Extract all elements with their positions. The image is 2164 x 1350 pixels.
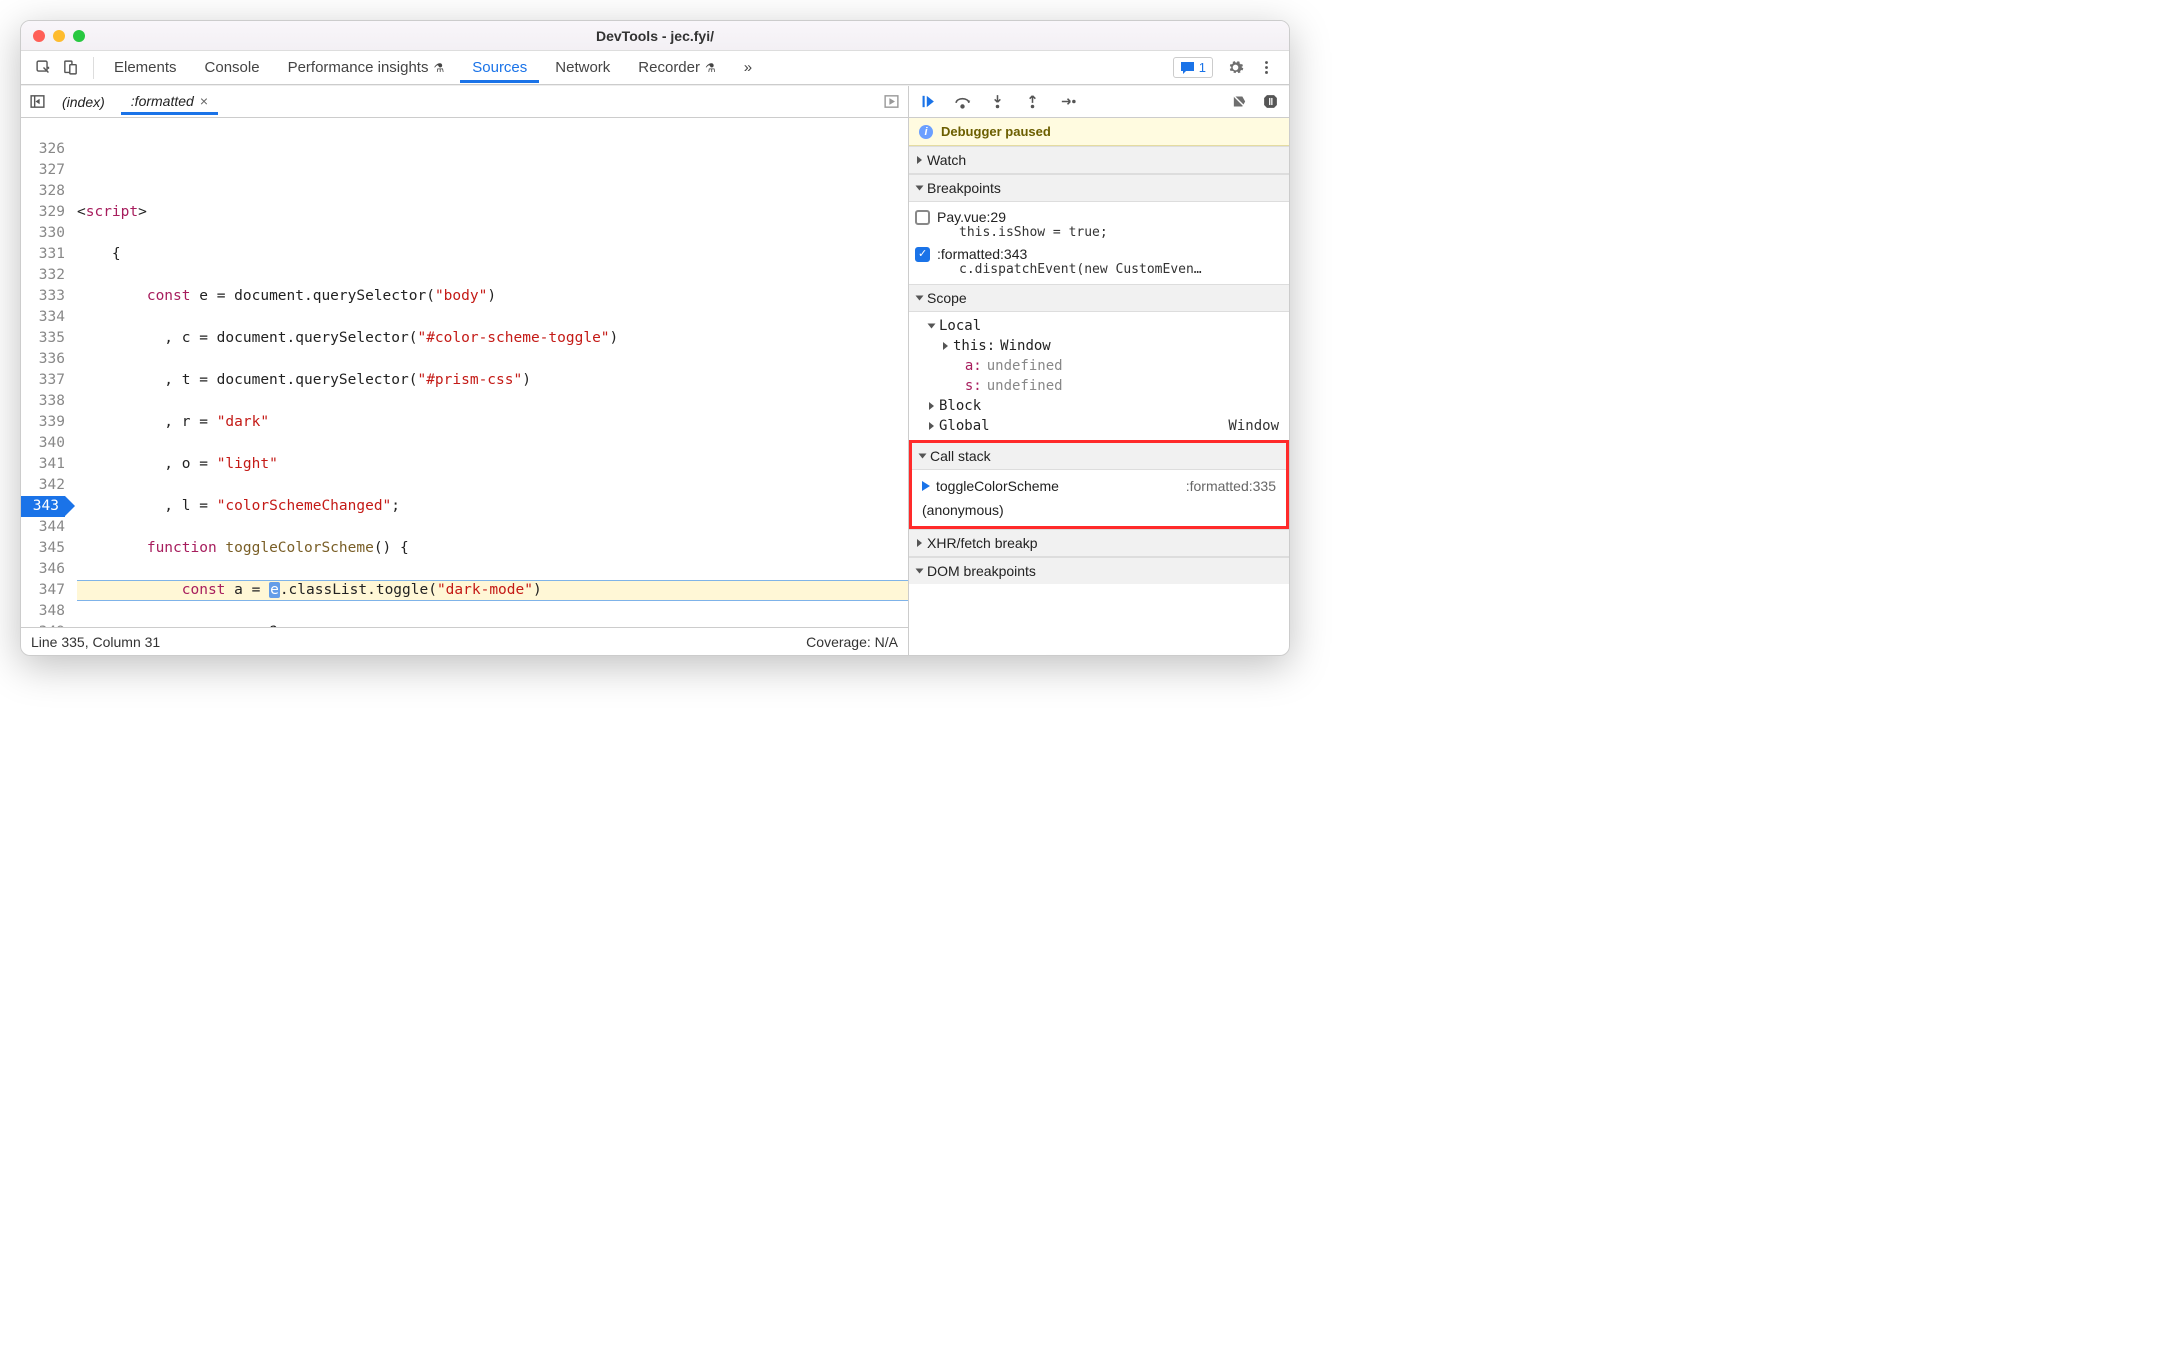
breakpoint-item[interactable]: Pay.vue:29 this.isShow = true; (909, 206, 1289, 243)
editor-status-bar: Line 335, Column 31 Coverage: N/A (21, 627, 908, 655)
breakpoint-checkbox[interactable] (915, 247, 930, 262)
flask-icon: ⚗ (705, 61, 716, 75)
breakpoint-marker[interactable]: 343 (21, 496, 65, 517)
callstack-section-header[interactable]: Call stack (912, 443, 1286, 470)
scope-global430[interactable]: GlobalWindow (909, 416, 1289, 436)
step-out-icon[interactable] (1024, 93, 1041, 110)
scope-local[interactable]: Local (909, 316, 1289, 336)
main-split: (index) :formatted× 32632732832933033133… (21, 85, 1289, 655)
debugger-pane: i Debugger paused Watch Breakpoints Pay.… (909, 86, 1289, 655)
scope-var-a[interactable]: a: undefined (909, 356, 1289, 376)
breakpoints-list: Pay.vue:29 this.isShow = true; :formatte… (909, 202, 1289, 284)
close-window-button[interactable] (33, 30, 45, 42)
titlebar: DevTools - jec.fyi/ (21, 21, 1289, 51)
editor-tab-index[interactable]: (index) (52, 89, 115, 115)
editor-tab-formatted[interactable]: :formatted× (121, 88, 218, 115)
issues-button[interactable]: 1 (1173, 57, 1213, 78)
navigator-toggle-icon[interactable] (29, 93, 46, 110)
scope-section-header[interactable]: Scope (909, 284, 1289, 312)
callstack-frame[interactable]: toggleColorScheme :formatted:335 (912, 474, 1286, 498)
scope-var-this[interactable]: this: Window (909, 336, 1289, 356)
breakpoints-section-header[interactable]: Breakpoints (909, 174, 1289, 202)
run-snippet-icon[interactable] (883, 93, 900, 110)
callstack-list: toggleColorScheme :formatted:335 (anonym… (912, 470, 1286, 526)
debugger-toolbar (909, 86, 1289, 118)
step-into-icon[interactable] (989, 93, 1006, 110)
step-over-icon[interactable] (954, 93, 971, 110)
zoom-window-button[interactable] (73, 30, 85, 42)
info-icon: i (919, 125, 933, 139)
close-tab-icon[interactable]: × (200, 93, 208, 109)
editor-pane: (index) :formatted× 32632732832933033133… (21, 86, 909, 655)
editor-tab-strip: (index) :formatted× (21, 86, 908, 118)
step-icon[interactable] (1059, 93, 1076, 110)
code-editor[interactable]: 3263273283293303313323333343353363373383… (21, 118, 908, 627)
scope-block[interactable]: Block (909, 396, 1289, 416)
tab-performance-insights[interactable]: Performance insights⚗ (276, 53, 457, 82)
minimize-window-button[interactable] (53, 30, 65, 42)
callstack-frame[interactable]: (anonymous) (912, 498, 1286, 522)
pause-on-exceptions-icon[interactable] (1262, 93, 1279, 110)
breakpoint-checkbox[interactable] (915, 210, 930, 225)
window-title: DevTools - jec.fyi/ (21, 28, 1289, 44)
tab-sources[interactable]: Sources (460, 53, 539, 83)
watch-section-header[interactable]: Watch (909, 146, 1289, 174)
tab-recorder[interactable]: Recorder⚗ (626, 53, 727, 82)
xhr-breakpoints-section-header[interactable]: XHR/fetch breakp (909, 529, 1289, 557)
devtools-window: DevTools - jec.fyi/ Elements Console Per… (20, 20, 1290, 656)
traffic-lights (33, 30, 85, 42)
tab-elements[interactable]: Elements (102, 53, 189, 82)
coverage-status: Coverage: N/A (806, 634, 898, 650)
kebab-menu-icon[interactable] (1258, 59, 1275, 76)
more-tabs-button[interactable]: » (732, 53, 764, 82)
cursor-position: Line 335, Column 31 (31, 634, 160, 650)
scope-tree: Local this: Window a: undefined s: undef… (909, 312, 1289, 440)
device-toggle-icon[interactable] (62, 59, 79, 76)
tab-network[interactable]: Network (543, 53, 622, 82)
issue-icon (1180, 61, 1195, 74)
gutter[interactable]: 3263273283293303313323333343353363373383… (21, 118, 71, 627)
scope-var-s[interactable]: s: undefined (909, 376, 1289, 396)
main-tab-bar: Elements Console Performance insights⚗ S… (21, 51, 1289, 85)
breakpoint-item[interactable]: :formatted:343 c.dispatchEvent(new Custo… (909, 243, 1289, 280)
callstack-highlight-box: Call stack toggleColorScheme :formatted:… (909, 440, 1289, 529)
deactivate-breakpoints-icon[interactable] (1231, 93, 1248, 110)
flask-icon: ⚗ (433, 61, 444, 75)
inspect-icon[interactable] (35, 59, 52, 76)
resume-icon[interactable] (919, 93, 936, 110)
tab-console[interactable]: Console (193, 53, 272, 82)
gear-icon[interactable] (1227, 59, 1244, 76)
dom-breakpoints-section-header[interactable]: DOM breakpoints (909, 557, 1289, 584)
code-content: <script> { const e = document.querySelec… (77, 181, 908, 627)
debugger-paused-banner: i Debugger paused (909, 118, 1289, 146)
